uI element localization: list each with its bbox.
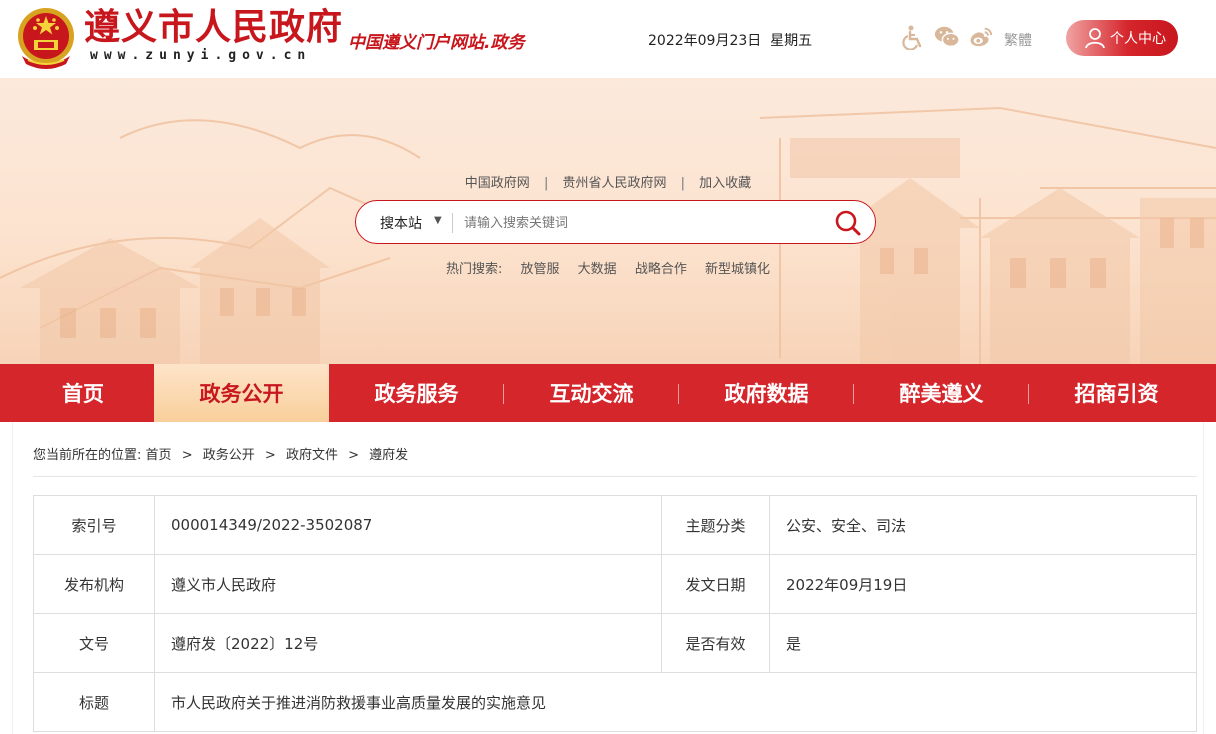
link-separator: | — [543, 176, 549, 191]
quick-links: 中国政府网 | 贵州省人民政府网 | 加入收藏 — [0, 172, 1216, 191]
validity-label: 是否有效 — [661, 613, 770, 673]
site-slogan: 中国遵义门户网站.政务 — [348, 33, 525, 53]
traditional-chinese-link[interactable]: 繁體 — [1004, 30, 1032, 50]
banner: 中国政府网 | 贵州省人民政府网 | 加入收藏 搜本站 ▼ 热门搜索: 放管服 … — [0, 78, 1216, 364]
search-icon[interactable] — [834, 209, 862, 237]
nav-item-gov-data[interactable]: 政府数据 — [679, 364, 854, 422]
breadcrumb-item[interactable]: 政府文件 — [286, 448, 338, 463]
table-row: 发布机构 遵义市人民政府 发文日期 2022年09月19日 — [33, 554, 1197, 614]
quick-link-gov[interactable]: 中国政府网 — [465, 176, 530, 191]
national-emblem-icon — [18, 8, 74, 69]
hot-search-label: 热门搜索: — [445, 262, 503, 277]
table-row: 文号 遵府发〔2022〕12号 是否有效 是 — [33, 613, 1197, 673]
content-area: 您当前所在的位置: 首页 > 政务公开 > 政府文件 > 遵府发 索引号 000… — [12, 422, 1204, 734]
current-date: 2022年09月23日 星期五 — [648, 30, 812, 50]
nav-item-gov-services[interactable]: 政务服务 — [329, 364, 504, 422]
user-center-button[interactable]: 个人中心 — [1066, 20, 1178, 56]
accessibility-icon[interactable] — [900, 24, 926, 50]
quick-link-bookmark[interactable]: 加入收藏 — [699, 176, 751, 191]
breadcrumb-separator: > — [348, 448, 359, 463]
document-info-table: 索引号 000014349/2022-3502087 主题分类 公安、安全、司法… — [33, 495, 1197, 732]
breadcrumb-item[interactable]: 遵府发 — [369, 448, 408, 463]
hot-search-item[interactable]: 战略合作 — [635, 262, 687, 277]
table-row: 索引号 000014349/2022-3502087 主题分类 公安、安全、司法 — [33, 495, 1197, 555]
top-header: 遵义市人民政府 www.zunyi.gov.cn 中国遵义门户网站.政务 202… — [0, 0, 1216, 78]
hot-search-item[interactable]: 新型城镇化 — [705, 262, 770, 277]
issue-date-value: 2022年09月19日 — [769, 554, 1197, 614]
topic-category-label: 主题分类 — [661, 495, 770, 555]
nav-item-label: 醉美遵义 — [899, 382, 984, 406]
search-divider — [452, 213, 453, 233]
nav-item-beautiful-zunyi[interactable]: 醉美遵义 — [854, 364, 1029, 422]
search-box: 搜本站 ▼ — [355, 200, 876, 244]
quick-link-guizhou[interactable]: 贵州省人民政府网 — [562, 176, 666, 191]
user-center-label: 个人中心 — [1110, 31, 1166, 47]
publisher-value: 遵义市人民政府 — [154, 554, 662, 614]
document-number-label: 文号 — [33, 613, 155, 673]
document-number-value: 遵府发〔2022〕12号 — [154, 613, 662, 673]
breadcrumb-divider — [33, 476, 1197, 477]
site-url: www.zunyi.gov.cn — [90, 48, 312, 63]
breadcrumb-item[interactable]: 首页 — [146, 448, 172, 463]
weekday-value: 星期五 — [770, 33, 813, 49]
site-title[interactable]: 遵义市人民政府 — [84, 6, 343, 50]
validity-value: 是 — [769, 613, 1197, 673]
search-scope-select[interactable]: 搜本站 — [380, 213, 422, 233]
user-icon — [1085, 28, 1105, 49]
title-value: 市人民政府关于推进消防救援事业高质量发展的实施意见 — [154, 672, 1197, 732]
nav-item-investment[interactable]: 招商引资 — [1029, 364, 1204, 422]
publisher-label: 发布机构 — [33, 554, 155, 614]
breadcrumb-separator: > — [264, 448, 276, 463]
title-label: 标题 — [33, 672, 155, 732]
nav-item-home[interactable]: 首页 — [0, 364, 154, 422]
hot-search-item[interactable]: 大数据 — [578, 262, 617, 277]
breadcrumb-item[interactable]: 政务公开 — [203, 448, 255, 463]
nav-item-label: 政务公开 — [199, 382, 284, 406]
main-nav: 首页 政务公开 政务服务 互动交流 政府数据 醉美遵义 招商引资 — [0, 364, 1216, 422]
breadcrumb-prefix: 您当前所在的位置: — [33, 448, 142, 463]
nav-item-label: 政务服务 — [374, 382, 459, 406]
weibo-icon[interactable] — [968, 24, 994, 50]
breadcrumb: 您当前所在的位置: 首页 > 政务公开 > 政府文件 > 遵府发 — [33, 444, 408, 463]
breadcrumb-separator: > — [181, 448, 193, 463]
nav-item-label: 首页 — [62, 382, 104, 406]
index-number-value: 000014349/2022-3502087 — [154, 495, 662, 555]
search-input[interactable] — [464, 210, 824, 236]
nav-item-label: 招商引资 — [1074, 382, 1159, 406]
date-value: 2022年09月23日 — [648, 33, 762, 49]
nav-item-interaction[interactable]: 互动交流 — [504, 364, 679, 422]
nav-item-label: 政府数据 — [724, 382, 809, 406]
table-row: 标题 市人民政府关于推进消防救援事业高质量发展的实施意见 — [33, 672, 1197, 732]
hot-search: 热门搜索: 放管服 大数据 战略合作 新型城镇化 — [0, 258, 1216, 277]
wechat-icon[interactable] — [934, 24, 960, 50]
link-separator: | — [680, 176, 686, 191]
chevron-down-icon[interactable]: ▼ — [434, 215, 442, 226]
index-number-label: 索引号 — [33, 495, 155, 555]
hot-search-item[interactable]: 放管服 — [521, 262, 560, 277]
nav-item-gov-affairs-public[interactable]: 政务公开 — [154, 364, 329, 422]
issue-date-label: 发文日期 — [661, 554, 770, 614]
topic-category-value: 公安、安全、司法 — [769, 495, 1197, 555]
nav-item-label: 互动交流 — [549, 382, 634, 406]
